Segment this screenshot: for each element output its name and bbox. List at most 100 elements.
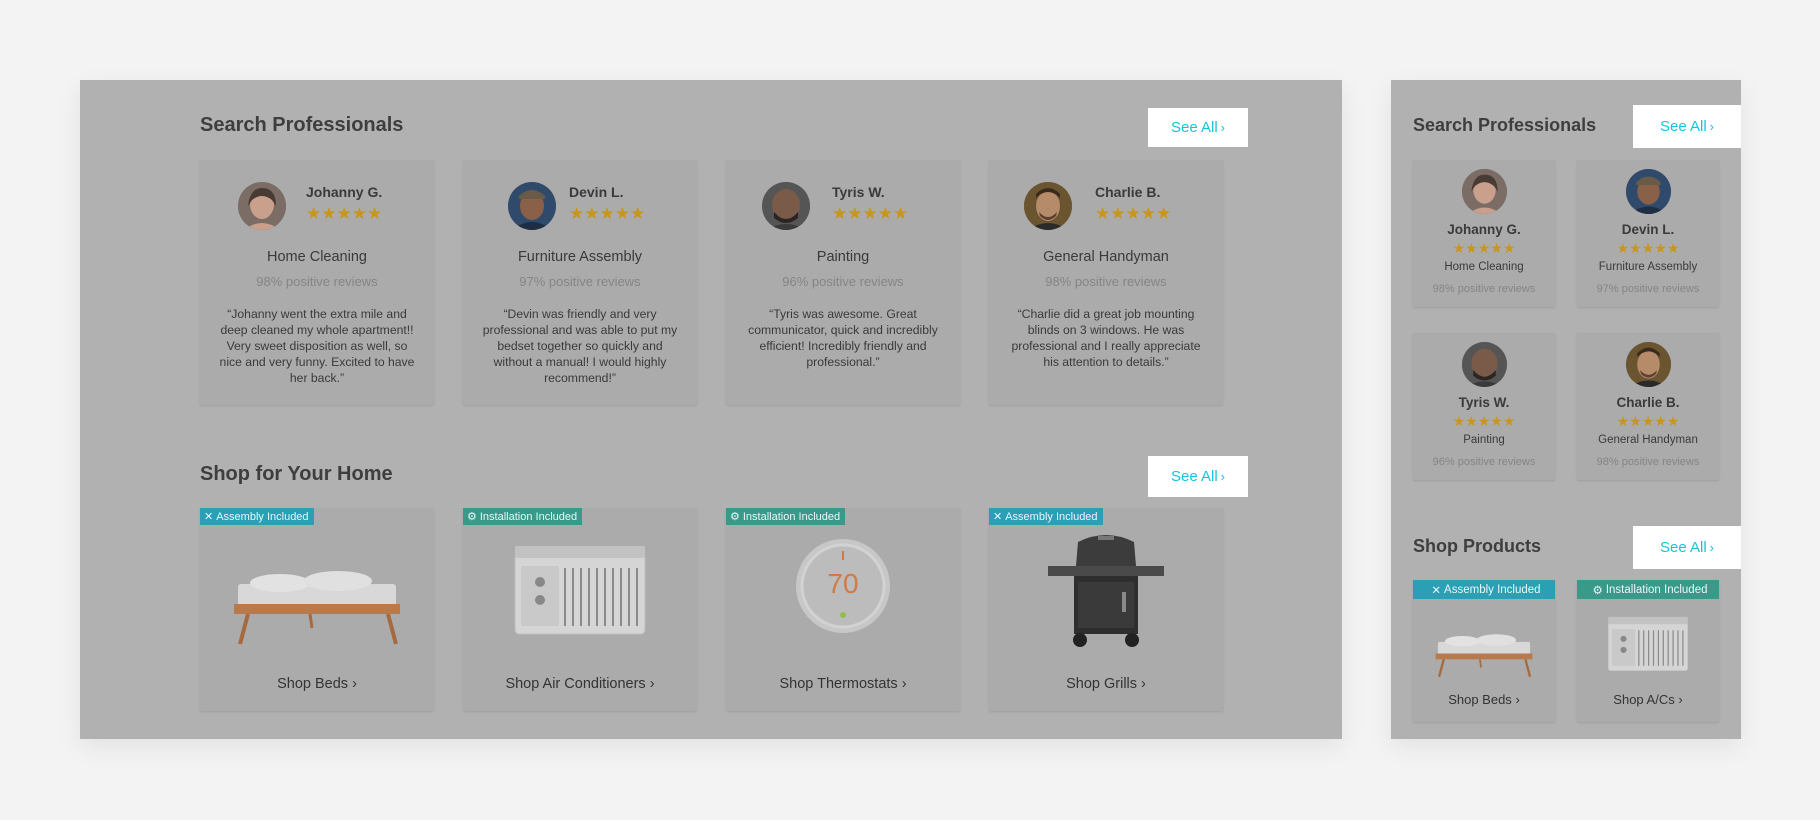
avatar: [1024, 182, 1072, 230]
avatar: [1462, 169, 1507, 214]
pro-name: Charlie B.: [1616, 395, 1680, 410]
pro-name: Devin L.: [1621, 222, 1675, 237]
shop-link-label: Shop Beds: [277, 676, 349, 692]
see-all-products-button[interactable]: See All ›: [1633, 526, 1741, 569]
pro-name: Johanny G.: [306, 184, 383, 200]
pro-card[interactable]: Charlie B. ★★★★★ General Handyman 98% po…: [989, 160, 1223, 405]
section-title-professionals: Search Professionals: [1413, 115, 1597, 135]
product-card[interactable]: ✕ Assembly Included Shop Beds ›: [1413, 580, 1555, 722]
badge-label: Assembly Included: [1444, 583, 1541, 596]
product-card[interactable]: ✕ Assembly Included Shop Grills ›: [989, 508, 1223, 711]
see-all-label: See All: [1170, 468, 1218, 485]
avatar: [238, 182, 286, 230]
bed-image: [228, 550, 406, 651]
pro-card[interactable]: Tyris W. ★★★★★ Painting 96% positive rev…: [1413, 333, 1555, 480]
shop-beds-link[interactable]: Shop Beds ›: [1413, 692, 1555, 707]
star-rating: ★★★★★: [1095, 204, 1172, 223]
shop-link-label: Shop Thermostats: [779, 676, 898, 692]
pro-name: Tyris W.: [832, 184, 885, 200]
mobile-view-panel: Search Professionals See All › Johanny G.…: [1391, 80, 1741, 739]
pro-reviews: 98% positive reviews: [1432, 283, 1536, 295]
badge-assembly-included: ✕ Assembly Included: [1413, 580, 1555, 599]
star-rating: ★★★★★: [1616, 240, 1680, 256]
pro-quote: “Charlie did a great job mounting blinds…: [1011, 307, 1201, 369]
shop-link-label: Shop A/Cs: [1613, 692, 1675, 707]
pro-card[interactable]: Devin L. ★★★★★ Furniture Assembly 97% po…: [463, 160, 697, 405]
avatar: [508, 182, 556, 230]
see-all-label: See All: [1659, 118, 1707, 135]
product-card[interactable]: ✕ Assembly Included Shop Beds ›: [200, 508, 434, 711]
pro-card[interactable]: Devin L. ★★★★★ Furniture Assembly 97% po…: [1577, 160, 1719, 307]
pro-card[interactable]: Tyris W. ★★★★★ Painting 96% positive rev…: [726, 160, 960, 405]
pro-service: Painting: [1463, 434, 1505, 446]
air-conditioner-image: [1607, 616, 1689, 679]
desktop-view-panel: Search Professionals See All › Johanny G.…: [80, 80, 1342, 739]
shop-grills-link[interactable]: Shop Grills ›: [989, 676, 1223, 692]
gear-icon: ⚙: [1592, 584, 1603, 597]
pro-service: Home Cleaning: [1444, 261, 1524, 273]
pro-reviews: 96% positive reviews: [1432, 456, 1536, 468]
shop-beds-link[interactable]: Shop Beds ›: [200, 676, 434, 692]
product-card[interactable]: ⚙ Installation Included 70 Shop Thermosta…: [726, 508, 960, 711]
pro-name: Devin L.: [569, 184, 624, 200]
avatar: [1626, 169, 1671, 214]
chevron-right-icon: ›: [1678, 692, 1683, 707]
shop-link-label: Shop Beds: [1448, 692, 1512, 707]
tools-icon: ✕: [204, 511, 214, 523]
see-all-professionals-button[interactable]: See All ›: [1633, 105, 1741, 148]
shop-air-conditioners-link[interactable]: Shop Air Conditioners ›: [463, 676, 697, 692]
pro-card[interactable]: Johanny G. ★★★★★ Home Cleaning 98% posit…: [1413, 160, 1555, 307]
pro-card[interactable]: Charlie B. ★★★★★ General Handyman 98% po…: [1577, 333, 1719, 480]
star-rating: ★★★★★: [832, 204, 909, 223]
badge-installation-included: ⚙ Installation Included: [726, 508, 846, 525]
pro-reviews: 96% positive reviews: [782, 274, 904, 289]
pro-service: Painting: [816, 249, 870, 265]
star-rating: ★★★★★: [1452, 413, 1516, 429]
pro-reviews: 98% positive reviews: [1596, 456, 1700, 468]
chevron-right-icon: ›: [352, 676, 357, 692]
badge-label: Installation Included: [1605, 583, 1708, 596]
see-all-professionals-button[interactable]: See All ›: [1148, 108, 1248, 147]
shop-thermostats-link[interactable]: Shop Thermostats ›: [726, 676, 960, 692]
avatar: [762, 182, 810, 230]
pro-card[interactable]: Johanny G. ★★★★★ Home Cleaning 98% posit…: [200, 160, 434, 405]
badge-label: Installation Included: [479, 510, 578, 523]
chevron-right-icon: ›: [901, 676, 907, 692]
star-rating: ★★★★★: [569, 204, 646, 223]
pro-service: General Handyman: [1598, 434, 1698, 446]
chevron-right-icon: ›: [1141, 676, 1146, 692]
pro-reviews: 97% positive reviews: [519, 274, 641, 289]
product-card[interactable]: ⚙ Installation Included Shop A/Cs ›: [1577, 580, 1719, 722]
section-title-shop: Shop Products: [1413, 536, 1542, 556]
pro-reviews: 98% positive reviews: [1045, 274, 1167, 289]
see-all-products-button[interactable]: See All ›: [1148, 456, 1248, 497]
badge-installation-included: ⚙ Installation Included: [1577, 580, 1719, 599]
grill-image: [1044, 532, 1168, 655]
gear-icon: ⚙: [730, 511, 740, 523]
pro-quote: “Devin was friendly and very professiona…: [482, 307, 678, 385]
section-title-shop: Shop for Your Home: [200, 463, 393, 485]
product-card[interactable]: ⚙ Installation Included Shop Air Conditio…: [463, 508, 697, 711]
gear-icon: ⚙: [467, 511, 477, 523]
avatar: [1626, 342, 1671, 387]
pro-service: Furniture Assembly: [517, 249, 643, 265]
badge-installation-included: ⚙ Installation Included: [463, 508, 583, 525]
star-rating: ★★★★★: [1616, 413, 1680, 429]
tools-icon: ✕: [993, 511, 1003, 523]
shop-acs-link[interactable]: Shop A/Cs ›: [1577, 692, 1719, 707]
pro-service: General Handyman: [1043, 249, 1169, 265]
chevron-right-icon: ›: [1709, 540, 1715, 555]
pro-name: Tyris W.: [1458, 395, 1510, 410]
shop-link-label: Shop Grills: [1066, 676, 1138, 692]
badge-label: Assembly Included: [1005, 510, 1098, 523]
pro-quote: “Johanny went the extra mile and deep cl…: [219, 307, 415, 385]
see-all-label: See All: [1170, 119, 1218, 136]
star-rating: ★★★★★: [306, 204, 383, 223]
badge-label: Installation Included: [742, 510, 841, 523]
pro-service: Furniture Assembly: [1598, 261, 1698, 273]
thermostat-reading: 70: [827, 568, 859, 599]
pro-service: Home Cleaning: [267, 249, 367, 265]
shop-link-label: Shop Air Conditioners: [505, 676, 646, 692]
pro-name: Johanny G.: [1447, 222, 1521, 237]
chevron-right-icon: ›: [1220, 469, 1226, 484]
